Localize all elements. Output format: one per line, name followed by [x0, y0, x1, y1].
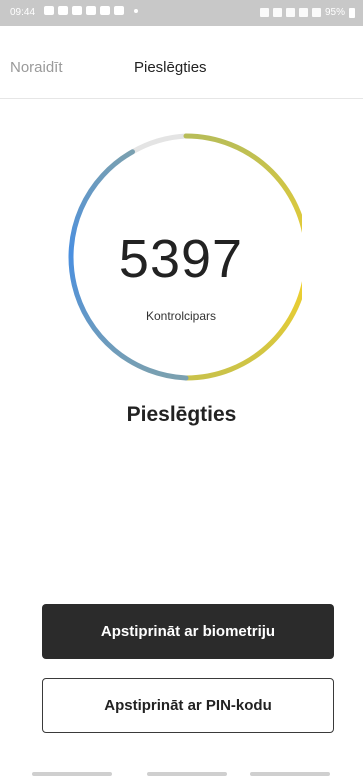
verification-code-label: Kontrolcipars [145, 309, 217, 323]
confirm-pin-button[interactable]: Apstiprināt ar PIN-kodu [42, 678, 334, 733]
bluetooth-icon [272, 8, 282, 17]
notification-icons [44, 6, 138, 15]
page-heading: Pieslēgties [126, 403, 237, 426]
page-title: Pieslēgties [134, 59, 207, 76]
recents-button[interactable] [32, 772, 112, 776]
signal-icon [298, 8, 308, 17]
system-icons: 95% [259, 7, 355, 18]
status-bar: 09:44 95% [0, 0, 363, 26]
back-button[interactable] [250, 772, 330, 776]
confirm-biometric-button[interactable]: Apstiprināt ar biometriju [42, 604, 334, 659]
app-icon [100, 6, 110, 15]
top-nav: Noraidīt Pieslēgties [0, 26, 363, 99]
verification-code: 5397 [118, 229, 244, 289]
alarm-icon [259, 8, 269, 17]
app-icon [86, 6, 96, 15]
verification-code-ring: 5397 Kontrolcipars [60, 132, 302, 382]
home-button[interactable] [147, 772, 227, 776]
battery-icon [349, 7, 355, 18]
status-time: 09:44 [10, 7, 36, 18]
app-icon [114, 6, 124, 15]
app-icon [58, 6, 68, 15]
message-icon [44, 6, 54, 15]
battery-level: 95% [324, 7, 345, 18]
system-nav-bar [0, 768, 363, 781]
more-notifications-icon [134, 8, 138, 13]
signal-icon [311, 8, 321, 17]
app-icon [72, 6, 82, 15]
dismiss-button[interactable]: Noraidīt [10, 59, 63, 76]
wifi-icon [285, 8, 295, 17]
